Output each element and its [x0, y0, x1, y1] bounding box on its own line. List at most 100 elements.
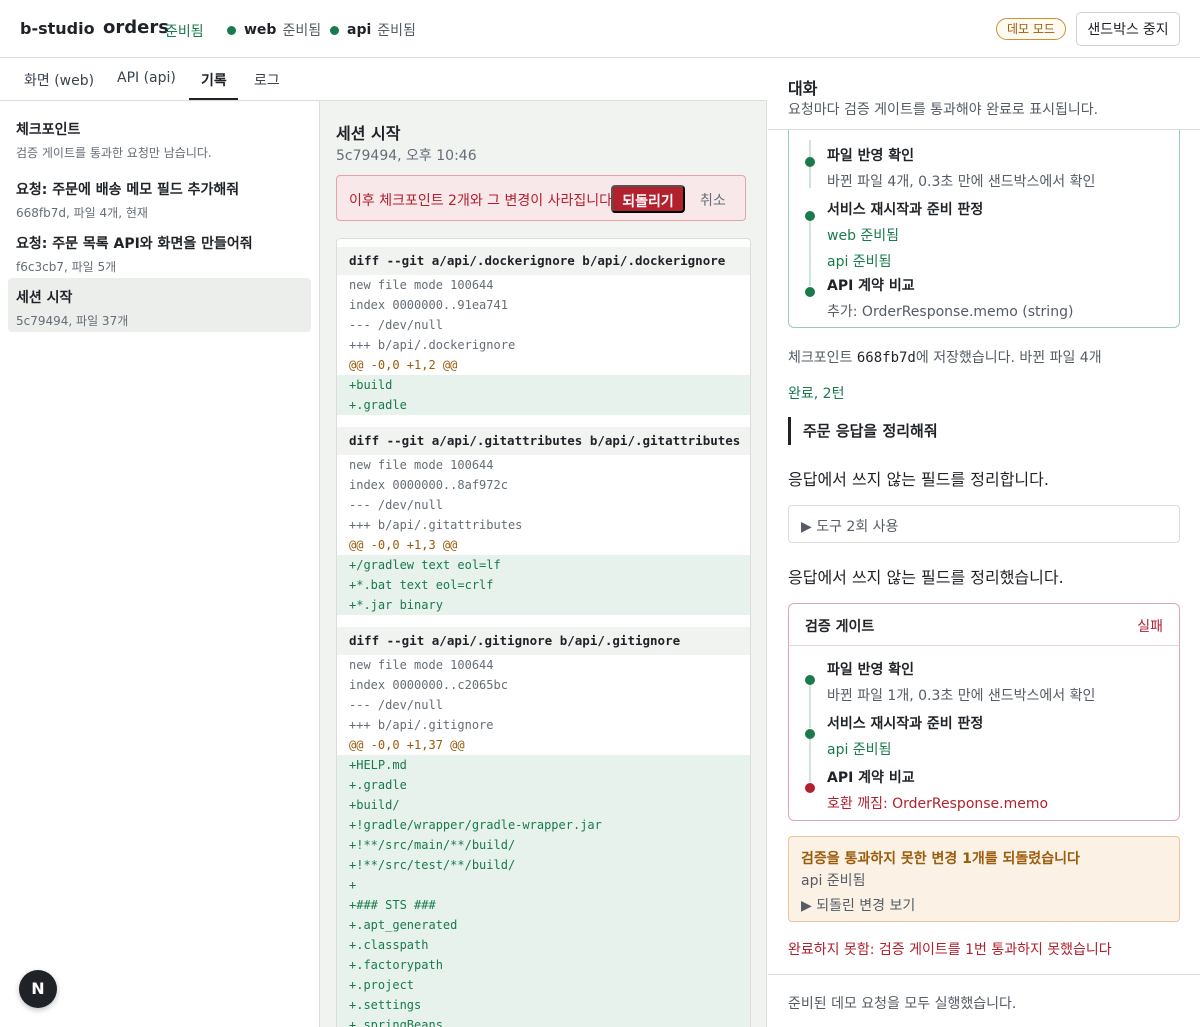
diff-line: +.settings	[337, 995, 750, 1015]
service-name: api	[347, 22, 372, 38]
service-api-status: api 준비됨	[330, 20, 416, 40]
diff-line: --- /dev/null	[349, 498, 443, 512]
checkpoint-panel: 체크포인트 검증 게이트를 통과한 요청만 남습니다. 요청: 주문에 배송 메…	[0, 101, 320, 1027]
diff-line: +!**/src/main/**/build/	[337, 835, 750, 855]
verification-gate-card: 파일 반영 확인 바뀐 파일 4개, 0.3초 만에 샌드박스에서 확인 서비스…	[788, 109, 1180, 328]
chat-header: 대화 요청마다 검증 게이트를 통과해야 완료로 표시됩니다.	[768, 59, 1200, 130]
step-detail: 바뀐 파일 1개, 0.3초 만에 샌드박스에서 확인	[827, 688, 1096, 704]
checkpoint-title: 체크포인트	[16, 122, 81, 138]
detail-title: 세션 시작	[336, 124, 401, 143]
checkpoint-item-meta: 5c79494, 파일 37개	[16, 314, 129, 328]
note-prefix: 체크포인트	[788, 350, 857, 366]
status-dot-icon	[330, 25, 339, 35]
diff-line: +/gradlew text eol=lf	[337, 555, 750, 575]
step-title: 서비스 재시작과 준비 판정	[827, 716, 984, 732]
check-ok-icon	[805, 729, 815, 739]
tab-api[interactable]: API (api)	[117, 70, 176, 86]
top-bar: b-studio orders 준비됨 web 준비됨 api 준비됨 데모 모…	[0, 0, 1200, 58]
diff-file-header: diff --git a/api/.gitignore b/api/.gitig…	[337, 627, 750, 655]
diff-line: +++ b/api/.dockerignore	[349, 338, 516, 352]
view-tabs: 화면 (web) API (api) 기록 로그	[0, 59, 767, 101]
footer-text: 준비된 데모 요청을 모두 실행했습니다.	[788, 996, 1017, 1012]
step-detail: 바뀐 파일 4개, 0.3초 만에 샌드박스에서 확인	[827, 174, 1096, 190]
diff-line: +.project	[337, 975, 750, 995]
active-tab-indicator	[189, 98, 238, 100]
diff-line: @@ -0,0 +1,3 @@	[349, 538, 458, 552]
checkpoint-item-meta: f6c3cb7, 파일 5개	[16, 260, 117, 274]
tab-web[interactable]: 화면 (web)	[24, 70, 94, 90]
rollback-changes-toggle[interactable]: ▶ 되돌린 변경 보기	[801, 895, 915, 915]
revert-button[interactable]: 되돌리기	[611, 185, 685, 213]
service-status: 준비됨	[282, 23, 322, 39]
step-detail: 추가: OrderResponse.memo (string)	[827, 304, 1074, 320]
gate-title: 검증 게이트	[805, 619, 875, 635]
diff-line: +++ b/api/.gitattributes	[349, 518, 523, 532]
service-name: web	[244, 22, 277, 38]
rollback-notice: 검증을 통과하지 못한 변경 1개를 되돌렸습니다 api 준비됨 ▶ 되돌린 …	[788, 836, 1180, 922]
gate-step: API 계약 비교 호환 깨짐: OrderResponse.memo	[827, 767, 1048, 813]
app-brand: b-studio	[20, 19, 95, 38]
divider	[789, 645, 1179, 646]
note-suffix: 에 저장했습니다. 바뀐 파일 4개	[915, 350, 1102, 366]
revert-warning: 이후 체크포인트 2개와 그 변경이 사라집니다. 되돌리기 취소	[336, 175, 746, 221]
diff-line: +*.bat text eol=crlf	[337, 575, 750, 595]
checkpoint-item-selected[interactable]: 세션 시작 5c79494, 파일 37개	[8, 278, 311, 332]
status-dot-icon	[227, 25, 236, 35]
tab-logs[interactable]: 로그	[254, 70, 280, 90]
checkpoint-item[interactable]: 요청: 주문 목록 API와 화면을 만들어줘 f6c3cb7, 파일 5개	[8, 224, 311, 278]
checkpoint-item-meta: 668fb7d, 파일 4개, 현재	[16, 206, 148, 220]
check-ok-icon	[805, 287, 815, 297]
checkpoint-item[interactable]: 요청: 주문에 배송 메모 필드 추가해줘 668fb7d, 파일 4개, 현재	[8, 170, 311, 224]
step-detail: api 준비됨	[827, 742, 892, 758]
project-status: 준비됨	[165, 24, 204, 40]
chat-subtitle: 요청마다 검증 게이트를 통과해야 완료로 표시됩니다.	[788, 102, 1099, 118]
tab-history[interactable]: 기록	[201, 70, 227, 90]
rollback-title: 검증을 통과하지 못한 변경 1개를 되돌렸습니다	[801, 851, 1080, 867]
gate-step: 서비스 재시작과 준비 판정 api 준비됨	[827, 713, 983, 759]
checkpoint-hash: 668fb7d	[856, 350, 916, 366]
gate-result-badge: 실패	[1137, 619, 1163, 635]
tool-usage-toggle[interactable]: ▶ 도구 2회 사용	[788, 505, 1180, 543]
service-status: 준비됨	[377, 23, 416, 39]
check-ok-icon	[805, 211, 815, 221]
rollback-detail: api 준비됨	[801, 873, 866, 889]
diff-line: +	[337, 875, 750, 895]
diff-line: index 0000000..8af972c	[349, 478, 508, 492]
step-title: 서비스 재시작과 준비 판정	[827, 202, 984, 218]
checkpoint-detail: 세션 시작 5c79494, 오후 10:46 이후 체크포인트 2개와 그 변…	[320, 101, 767, 1027]
diff-line: +.classpath	[337, 935, 750, 955]
diff-line: new file mode 100644	[349, 658, 494, 672]
user-message: 주문 응답을 정리해줘	[788, 417, 1088, 445]
chat-panel: 대화 요청마다 검증 게이트를 통과해야 완료로 표시됩니다. 파일 반영 확인…	[768, 59, 1200, 1027]
verification-gate-card-failed: 검증 게이트 실패 파일 반영 확인 바뀐 파일 1개, 0.3초 만에 샌드박…	[788, 603, 1180, 821]
diff-line: +.gradle	[337, 395, 750, 415]
step-title: API 계약 비교	[827, 278, 915, 294]
stop-sandbox-button[interactable]: 샌드박스 중지	[1076, 12, 1180, 46]
gate-step: 파일 반영 확인 바뀐 파일 4개, 0.3초 만에 샌드박스에서 확인	[827, 145, 1095, 191]
diff-file-header: diff --git a/api/.gitattributes b/api/.g…	[337, 427, 750, 455]
step-connector	[809, 680, 811, 728]
diff-line: index 0000000..91ea741	[349, 298, 508, 312]
diff-line: @@ -0,0 +1,2 @@	[349, 358, 458, 372]
check-ok-icon	[805, 157, 815, 167]
diff-file-header: diff --git a/api/.dockerignore b/api/.do…	[337, 247, 750, 275]
warning-text: 이후 체크포인트 2개와 그 변경이 사라집니다.	[349, 193, 617, 209]
step-title: 파일 반영 확인	[827, 662, 915, 678]
diff-line: new file mode 100644	[349, 278, 494, 292]
diff-line: +*.jar binary	[337, 595, 750, 615]
step-detail: api 준비됨	[827, 254, 892, 270]
next-logo-button[interactable]: N	[19, 970, 57, 1008]
diff-line: --- /dev/null	[349, 698, 443, 712]
step-detail: 호환 깨짐: OrderResponse.memo	[827, 796, 1049, 812]
checkpoint-subtitle: 검증 게이트를 통과한 요청만 남습니다.	[16, 146, 212, 160]
step-title: API 계약 비교	[827, 770, 915, 786]
gate-step: 서비스 재시작과 준비 판정 web 준비됨 api 준비됨	[827, 199, 983, 271]
step-title: 파일 반영 확인	[827, 148, 915, 164]
cancel-button[interactable]: 취소	[700, 190, 726, 210]
diff-line: +HELP.md	[337, 755, 750, 775]
check-fail-icon	[805, 783, 815, 793]
diff-viewer[interactable]: diff --git a/api/.dockerignore b/api/.do…	[336, 238, 751, 1027]
service-web-status: web 준비됨	[227, 20, 321, 40]
check-ok-icon	[805, 675, 815, 685]
diff-line: +build/	[337, 795, 750, 815]
